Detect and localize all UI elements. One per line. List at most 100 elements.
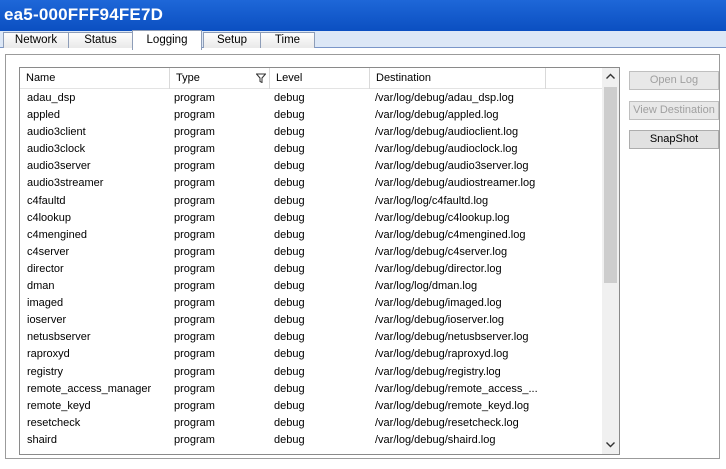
column-header-type[interactable]: Type bbox=[170, 68, 270, 89]
table-row[interactable]: raproxyd program debug/var/log/debug/rapro… bbox=[20, 346, 602, 363]
table-row[interactable]: adau_dsp program debug/var/log/debug/adau_… bbox=[20, 90, 602, 107]
cell-level: debug bbox=[274, 416, 305, 429]
cell-destination: /var/log/debug/netusbserver.log bbox=[375, 331, 529, 344]
table-row[interactable]: remote_keyd program debug/var/log/debug/re… bbox=[20, 398, 602, 415]
table-row[interactable]: audio3clock program debug/var/log/debug/au… bbox=[20, 141, 602, 158]
cell-destination: /var/log/debug/adau_dsp.log bbox=[375, 92, 514, 104]
cell-destination: /var/log/debug/remote_access_... bbox=[375, 382, 538, 395]
cell-destination: /var/log/debug/ioserver.log bbox=[375, 314, 505, 327]
cell-type: program bbox=[174, 109, 215, 122]
column-header-destination[interactable]: Destination bbox=[370, 68, 546, 89]
cell-destination: /var/log/debug/audioclient.log bbox=[375, 126, 519, 139]
cell-name: audio3server bbox=[27, 160, 91, 173]
cell-level: debug bbox=[274, 177, 305, 190]
filter-icon[interactable] bbox=[256, 73, 266, 83]
cell-level: debug bbox=[274, 433, 305, 446]
cell-type: program bbox=[174, 348, 215, 361]
table-row[interactable]: remote_access_manager program debug/var/lo… bbox=[20, 381, 602, 398]
title-bar: ea5-000FFF94FE7D bbox=[0, 0, 726, 31]
tab-network[interactable]: Network bbox=[3, 32, 69, 49]
cell-name: appled bbox=[27, 109, 61, 122]
cell-level: debug bbox=[274, 126, 305, 139]
cell-name: ioserver bbox=[27, 314, 67, 327]
cell-destination: /var/log/debug/appled.log bbox=[375, 109, 499, 122]
table-row[interactable]: audio3streamer program debug/var/log/debug… bbox=[20, 175, 602, 192]
cell-level: debug bbox=[274, 382, 305, 395]
cell-name: director bbox=[27, 262, 64, 275]
tab-time[interactable]: Time bbox=[260, 32, 315, 49]
cell-type: program bbox=[174, 331, 215, 344]
cell-destination: /var/log/debug/c4mengined.log bbox=[375, 228, 526, 241]
vertical-scrollbar[interactable] bbox=[602, 68, 619, 454]
open-log-button[interactable]: Open Log bbox=[629, 71, 719, 90]
cell-level: debug bbox=[274, 143, 305, 156]
cell-level: debug bbox=[274, 211, 305, 224]
cell-type: program bbox=[174, 382, 215, 395]
cell-type: program bbox=[174, 160, 215, 173]
column-header-name[interactable]: Name bbox=[20, 68, 170, 89]
tab-status[interactable]: Status bbox=[68, 32, 133, 49]
cell-name: adau_dsp bbox=[27, 92, 76, 104]
cell-level: debug bbox=[274, 109, 305, 122]
table-row[interactable]: netusbserver program debug/var/log/debug/n… bbox=[20, 329, 602, 346]
cell-level: debug bbox=[274, 331, 305, 344]
cell-level: debug bbox=[274, 245, 305, 258]
cell-level: debug bbox=[274, 262, 305, 275]
table-row[interactable]: imaged program debug/var/log/debug/imaged.… bbox=[20, 295, 602, 312]
table-row[interactable]: c4lookup program debug/var/log/debug/c4loo… bbox=[20, 210, 602, 227]
cell-type: program bbox=[174, 416, 215, 429]
log-grid[interactable]: Name Type Level Destination adau_dsp prog… bbox=[19, 67, 620, 455]
cell-name: c4server bbox=[27, 245, 70, 258]
table-row[interactable]: dman program debug/var/log/log/dman.log bbox=[20, 278, 602, 295]
cell-name: c4faultd bbox=[27, 194, 66, 207]
cell-destination: /var/log/debug/c4server.log bbox=[375, 245, 508, 258]
grid-header: Name Type Level Destination bbox=[20, 68, 602, 89]
cell-destination: /var/log/debug/audioclock.log bbox=[375, 143, 518, 156]
table-row[interactable]: director program debug/var/log/debug/direc… bbox=[20, 261, 602, 278]
table-row[interactable]: c4mengined program debug/var/log/debug/c4m… bbox=[20, 227, 602, 244]
logging-page: Name Type Level Destination adau_dsp prog… bbox=[0, 48, 726, 469]
table-row[interactable]: audio3client program debug/var/log/debug/a… bbox=[20, 124, 602, 141]
cell-destination: /var/log/debug/director.log bbox=[375, 262, 502, 275]
table-row[interactable]: audio3server program debug/var/log/debug/a… bbox=[20, 158, 602, 175]
cell-type: program bbox=[174, 280, 215, 293]
tab-setup[interactable]: Setup bbox=[203, 32, 261, 49]
cell-name: audio3streamer bbox=[27, 177, 104, 190]
cell-type: program bbox=[174, 126, 215, 139]
tab-strip: Network Status Logging Setup Time bbox=[0, 30, 726, 50]
cell-level: debug bbox=[274, 365, 305, 378]
cell-level: debug bbox=[274, 160, 305, 173]
table-row[interactable]: resetcheck program debug/var/log/debug/res… bbox=[20, 415, 602, 432]
table-row[interactable]: shaird program debug/var/log/debug/shaird.… bbox=[20, 432, 602, 449]
cell-destination: /var/log/log/c4faultd.log bbox=[375, 194, 489, 207]
cell-destination: /var/log/debug/raproxyd.log bbox=[375, 348, 509, 361]
table-row[interactable]: ioserver program debug/var/log/debug/ioser… bbox=[20, 312, 602, 329]
logging-panel: Name Type Level Destination adau_dsp prog… bbox=[5, 54, 720, 459]
scroll-down-button[interactable] bbox=[602, 437, 619, 454]
cell-destination: /var/log/debug/audio3server.log bbox=[375, 160, 529, 173]
cell-type: program bbox=[174, 297, 215, 310]
snapshot-button[interactable]: SnapShot bbox=[629, 130, 719, 149]
table-row[interactable]: c4server program debug/var/log/debug/c4ser… bbox=[20, 244, 602, 261]
view-destination-button[interactable]: View Destination bbox=[629, 101, 719, 120]
cell-type: program bbox=[174, 314, 215, 327]
cell-level: debug bbox=[274, 280, 305, 293]
column-header-level[interactable]: Level bbox=[270, 68, 370, 89]
cell-level: debug bbox=[274, 228, 305, 241]
cell-type: program bbox=[174, 433, 215, 446]
scroll-thumb[interactable] bbox=[604, 87, 617, 283]
tab-logging[interactable]: Logging bbox=[132, 30, 202, 50]
scroll-up-button[interactable] bbox=[602, 68, 619, 85]
cell-name: registry bbox=[27, 365, 64, 378]
cell-type: program bbox=[174, 228, 215, 241]
table-row[interactable]: c4faultd program debug/var/log/log/c4fault… bbox=[20, 193, 602, 210]
cell-level: debug bbox=[274, 399, 305, 412]
cell-name: imaged bbox=[27, 297, 64, 310]
cell-type: program bbox=[174, 245, 215, 258]
cell-name: audio3client bbox=[27, 126, 86, 139]
cell-destination: /var/log/debug/c4lookup.log bbox=[375, 211, 510, 224]
cell-type: program bbox=[174, 262, 215, 275]
table-row[interactable]: appled program debug/var/log/debug/appled.… bbox=[20, 107, 602, 124]
table-row[interactable]: registry program debug/var/log/debug/regis… bbox=[20, 364, 602, 381]
cell-level: debug bbox=[274, 194, 305, 207]
